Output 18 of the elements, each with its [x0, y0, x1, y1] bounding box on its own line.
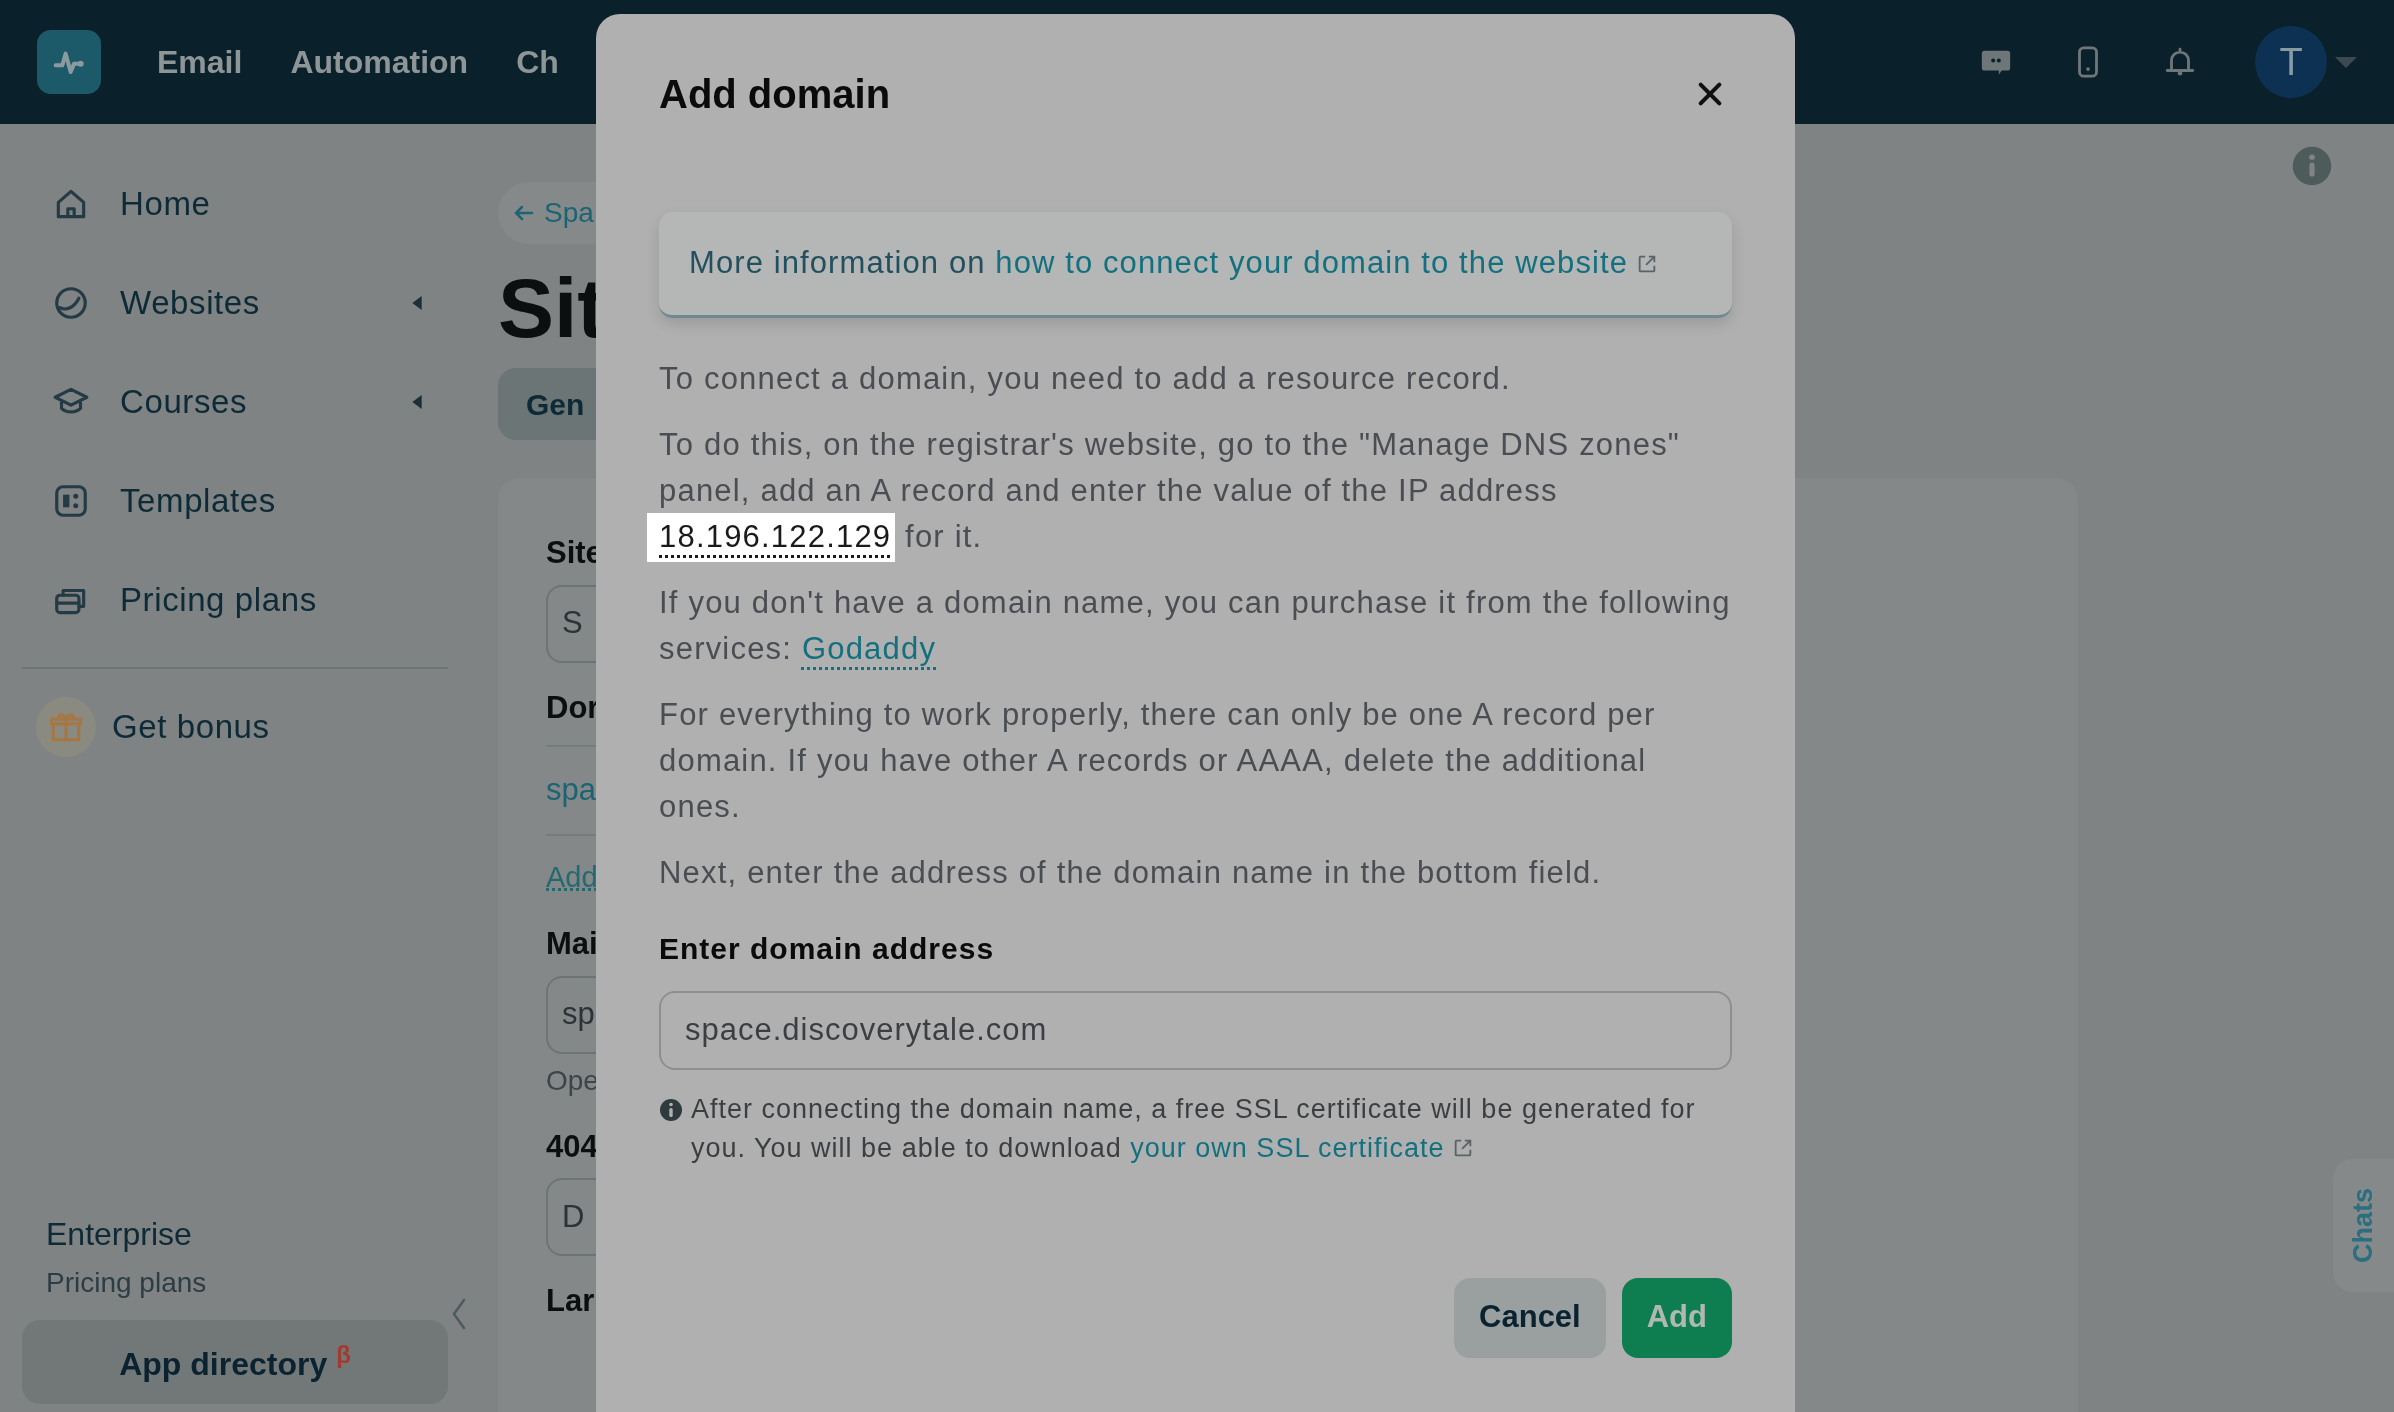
field-label: Dor [546, 688, 600, 727]
field-label: Mai [546, 925, 598, 963]
paragraph: For everything to work properly, there can only be one A record per domain. If you have other A records or AAAA, delete the additional ones. [659, 695, 1657, 826]
beta-label: β [336, 1340, 351, 1368]
field-label: Lar [546, 1282, 595, 1320]
ip-address: 18.196.122.129 [647, 512, 896, 562]
plan-caption: Pricing plans [46, 1266, 208, 1300]
info-text: More information on how to connect your domain to the website [689, 240, 1702, 287]
plan-name: Enterprise [46, 1215, 193, 1254]
page-title: Sit [498, 266, 606, 350]
paragraph: Next, enter the address of the domain name in the bottom field. [659, 853, 1603, 892]
hint-text: After connecting the domain name, a free SSL certificate will be generated for you. You will be able to download your own SSL certificate [691, 1092, 1697, 1165]
dialog-title: Add domain [659, 71, 891, 118]
field-label: Enter domain address [659, 930, 996, 967]
paragraph: To connect a domain, you need to add a resource record. [659, 359, 1512, 398]
field-label: 404 [546, 1127, 598, 1166]
paragraph: If you don't have a domain name, you can purchase it from the following services: Godaddy [659, 583, 1732, 668]
field-hint: Ope [546, 1063, 599, 1098]
